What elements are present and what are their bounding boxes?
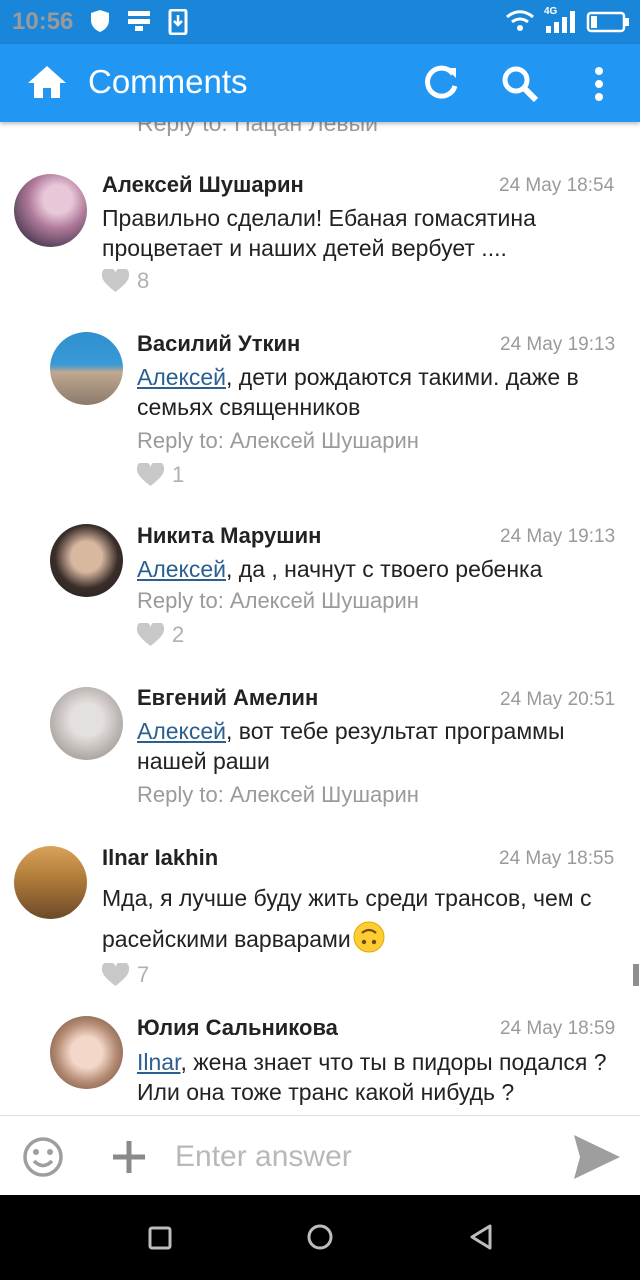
back-icon[interactable] — [468, 1223, 494, 1251]
battery-icon — [586, 11, 629, 33]
reply-to-label[interactable]: Reply to: Алексей Шушарин — [137, 588, 419, 614]
send-icon[interactable] — [572, 1133, 622, 1181]
comment-body: , жена знает что ты в пидоры подался ? И… — [137, 1049, 607, 1105]
like-count: 8 — [137, 268, 150, 293]
mention-link[interactable]: Ilnar — [137, 1049, 180, 1075]
heart-icon — [136, 461, 165, 486]
comment-time: 24 May 18:55 — [499, 848, 615, 869]
upside-down-face-icon — [353, 921, 385, 953]
like-count: 2 — [172, 622, 185, 647]
comment-text: Алексей, вот тебе результат программы на… — [137, 716, 632, 776]
add-icon[interactable] — [110, 1138, 148, 1176]
avatar[interactable] — [50, 1016, 123, 1089]
author-name[interactable]: Василий Уткин — [137, 331, 300, 357]
like-count: 1 — [172, 462, 185, 487]
answer-input-bar: Enter answer — [0, 1115, 640, 1196]
heart-icon — [101, 961, 130, 986]
shield-icon — [91, 10, 109, 32]
system-nav-bar — [0, 1195, 640, 1280]
comment-text: Правильно сделали! Ебаная гомасятина про… — [102, 205, 536, 261]
download-icon — [168, 9, 188, 35]
reply-to-label[interactable]: Reply to: Алексей Шушарин — [137, 428, 419, 454]
page-title: Comments — [88, 63, 248, 100]
home-icon[interactable] — [26, 64, 68, 100]
like-button[interactable]: 7 — [101, 961, 182, 989]
mention-link[interactable]: Алексей — [137, 556, 226, 582]
comment-item: Василий Уткин 24 May 19:13 Алексей, дети… — [0, 317, 640, 497]
app-bar: Comments — [0, 44, 640, 122]
avatar[interactable] — [50, 524, 123, 597]
mention-link[interactable]: Алексей — [137, 364, 226, 390]
refresh-icon[interactable] — [422, 64, 460, 102]
comment-item: Ilnar Iakhin 24 May 18:55 Мда, я лучше б… — [0, 832, 640, 992]
like-button[interactable]: 1 — [136, 461, 217, 489]
comment-text: Ilnar, жена знает что ты в пидоры подалс… — [137, 1047, 632, 1107]
comment-item: Никита Марушин 24 May 19:13 Алексей, да … — [0, 509, 640, 659]
comment-text: Алексей, дети рождаются такими. даже в с… — [137, 362, 632, 422]
avatar[interactable] — [14, 174, 87, 247]
like-count: 7 — [137, 962, 150, 987]
comment-body: Мда, я лучше буду жить среди трансов, че… — [102, 885, 592, 952]
mention-link[interactable]: Алексей — [137, 718, 226, 744]
emoji-icon[interactable] — [22, 1136, 64, 1178]
reply-to-label[interactable]: Reply to: Алексей Шушарин — [137, 782, 419, 808]
answer-input[interactable]: Enter answer — [175, 1140, 352, 1174]
signal-icon — [546, 11, 575, 33]
author-name[interactable]: Юлия Сальникова — [137, 1015, 338, 1041]
comment-time: 24 May 19:13 — [500, 334, 616, 355]
comment-time: 24 May 18:54 — [499, 175, 615, 196]
author-name[interactable]: Алексей Шушарин — [102, 172, 304, 198]
comment-text: Алексей, да , начнут с твоего ребенка — [137, 554, 632, 584]
comment-time: 24 May 20:51 — [500, 689, 616, 710]
avatar[interactable] — [50, 687, 123, 760]
avatar[interactable] — [50, 332, 123, 405]
author-name[interactable]: Ilnar Iakhin — [102, 845, 218, 871]
comment-text: Мда, я лучше буду жить среди трансов, че… — [102, 878, 632, 960]
comment-body: , да , начнут с твоего ребенка — [226, 556, 543, 582]
search-icon[interactable] — [500, 64, 540, 104]
scrollbar-thumb[interactable] — [633, 964, 639, 986]
comment-item: Евгений Амелин 24 May 20:51 Алексей, вот… — [0, 672, 640, 812]
home-nav-icon[interactable] — [306, 1223, 334, 1251]
avatar[interactable] — [14, 846, 87, 919]
recents-icon[interactable] — [148, 1226, 172, 1250]
heart-icon — [101, 267, 130, 292]
status-bar: 10:56 4G — [0, 0, 640, 44]
wifi-icon — [506, 10, 534, 31]
monitor-icon — [128, 11, 150, 31]
status-time: 10:56 — [12, 8, 74, 35]
more-vertical-icon[interactable] — [592, 66, 606, 102]
like-button[interactable]: 2 — [136, 621, 217, 649]
comment-time: 24 May 18:59 — [500, 1018, 616, 1039]
comment-item: Алексей Шушарин 24 May 18:54 Правильно с… — [0, 122, 640, 302]
heart-icon — [136, 621, 165, 646]
comments-list[interactable]: Reply to: Пацан Левый Алексей Шушарин 24… — [0, 122, 640, 1115]
comment-time: 24 May 19:13 — [500, 526, 616, 547]
comment-item: Юлия Сальникова 24 May 18:59 Ilnar, жена… — [0, 1002, 640, 1115]
author-name[interactable]: Евгений Амелин — [137, 685, 318, 711]
author-name[interactable]: Никита Марушин — [137, 523, 321, 549]
like-button[interactable]: 8 — [101, 267, 182, 295]
